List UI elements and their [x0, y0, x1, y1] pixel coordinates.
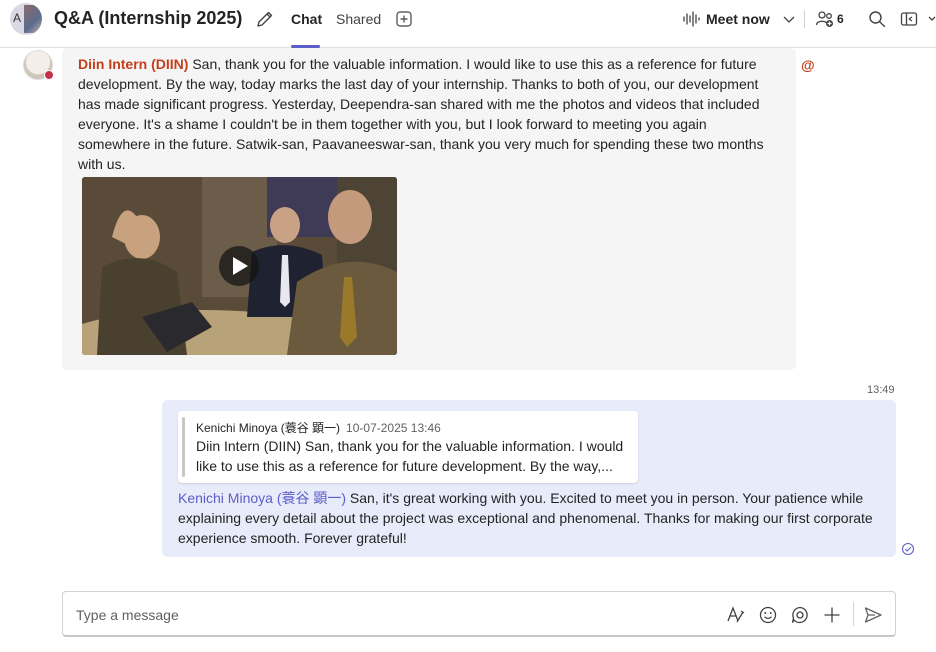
search-icon[interactable] — [868, 10, 886, 28]
tab-shared[interactable]: Shared — [336, 11, 381, 27]
tab-chat[interactable]: Chat — [291, 11, 322, 27]
format-icon[interactable] — [726, 605, 746, 625]
chat-title: Q&A (Internship 2025) — [54, 8, 243, 28]
meet-now-label: Meet now — [706, 11, 770, 27]
participant-count: 6 — [837, 12, 844, 26]
status-busy-badge — [44, 70, 54, 80]
avatar-letter: A — [13, 11, 22, 25]
read-receipt-icon — [901, 542, 915, 556]
avatar-image — [24, 5, 42, 33]
message-timestamp: 13:49 — [867, 384, 895, 396]
compose-input[interactable]: Type a message — [76, 607, 179, 623]
composer-divider — [853, 602, 854, 626]
video-thumbnail[interactable] — [82, 177, 397, 355]
quote-timestamp: 10-07-2025 13:46 — [346, 421, 441, 435]
message-composer[interactable]: Type a message — [62, 591, 896, 637]
message-body: San, thank you for the valuable informat… — [78, 56, 764, 172]
header-divider — [804, 10, 805, 28]
edit-pencil-icon[interactable] — [255, 9, 275, 29]
audio-wave-icon — [683, 11, 700, 27]
more-chevron-icon[interactable] — [928, 10, 936, 28]
participants-button[interactable]: 6 — [815, 9, 844, 29]
outgoing-message[interactable]: Kenichi Minoya (蓑谷 顕一) 10-07-2025 13:46 D… — [162, 400, 896, 557]
chat-header: A Q&A (Internship 2025) Chat Shared Meet… — [0, 0, 936, 48]
people-icon — [815, 11, 833, 27]
reply-text: Kenichi Minoya (蓑谷 顕一) San, it's great w… — [178, 488, 884, 548]
message-text: Diin Intern (DIIN) San, thank you for th… — [78, 54, 768, 174]
meet-now-button[interactable]: Meet now — [682, 9, 770, 29]
quoted-reply[interactable]: Kenichi Minoya (蓑谷 顕一) 10-07-2025 13:46 D… — [178, 411, 638, 483]
add-tab-icon[interactable] — [396, 11, 412, 27]
popout-panel-icon[interactable] — [900, 10, 918, 28]
quote-text: Diin Intern (DIIN) San, thank you for th… — [196, 438, 624, 474]
mention-at-icon: @ — [801, 57, 815, 73]
chevron-down-icon[interactable] — [782, 12, 796, 26]
quote-author: Kenichi Minoya (蓑谷 顕一) — [196, 421, 341, 435]
incoming-message[interactable]: Diin Intern (DIIN) San, thank you for th… — [62, 48, 796, 370]
loop-component-icon[interactable] — [790, 605, 810, 625]
emoji-icon[interactable] — [758, 605, 778, 625]
quote-header: Kenichi Minoya (蓑谷 顕一) 10-07-2025 13:46 — [196, 419, 441, 436]
sender-name[interactable]: Diin Intern (DIIN) — [78, 56, 188, 72]
video-still — [82, 177, 397, 355]
sender-avatar[interactable] — [23, 50, 54, 80]
group-avatar[interactable]: A — [10, 3, 42, 35]
quote-bar — [182, 417, 185, 477]
add-icon[interactable] — [822, 605, 842, 625]
mention-link[interactable]: Kenichi Minoya (蓑谷 顕一) — [178, 490, 346, 506]
send-icon[interactable] — [863, 605, 883, 625]
